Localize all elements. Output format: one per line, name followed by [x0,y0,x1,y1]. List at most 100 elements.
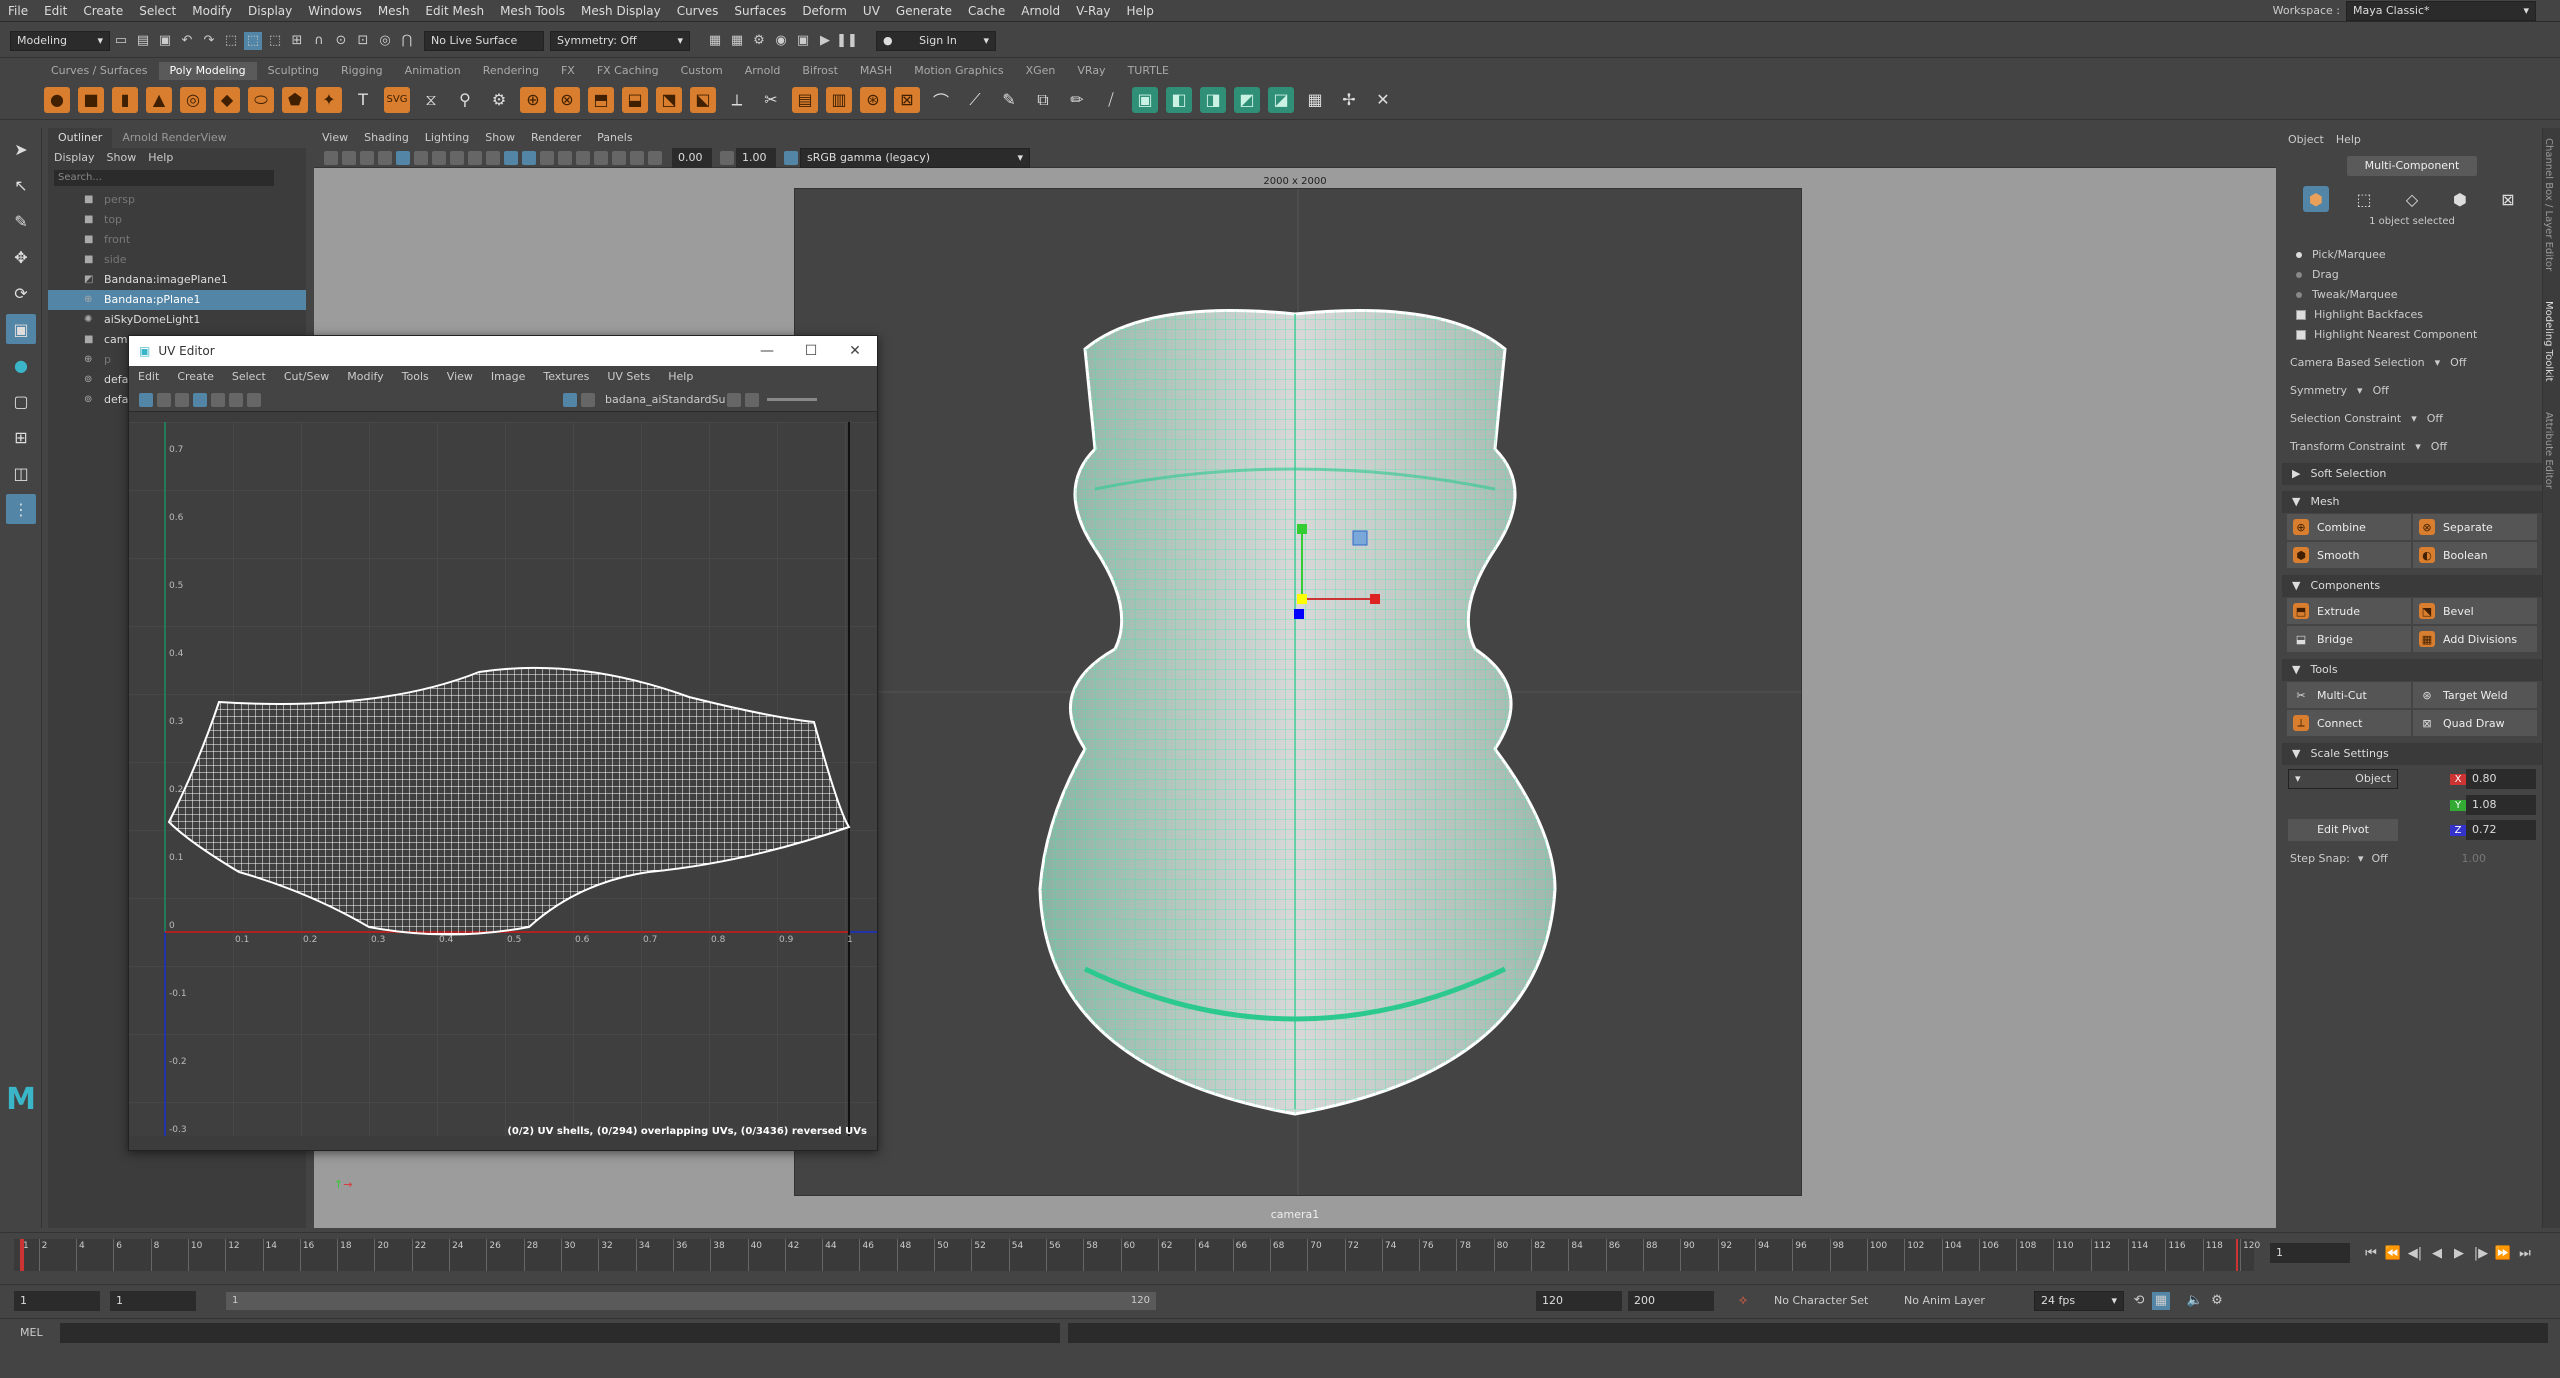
uv-menu-textures[interactable]: Textures [534,366,598,388]
mode-dropdown[interactable]: Modeling ▾ [10,30,110,51]
edge-mode-icon[interactable]: ◇ [2399,186,2425,212]
outliner-search-input[interactable]: Search... [54,170,274,186]
toolkit-menu-object[interactable]: Object [2282,133,2330,146]
play-forward-icon[interactable]: ▶ [2450,1244,2468,1262]
uv-dim-icon[interactable] [229,392,243,407]
close-icon[interactable]: ✕ [833,343,877,359]
outliner-item-side[interactable]: ■ side [48,250,306,270]
hypershade-icon[interactable]: ◉ [772,32,790,50]
separate-button[interactable]: ⊗ Separate [2413,514,2537,540]
move-tool-icon[interactable]: ✥ [6,242,36,272]
extrude-button[interactable]: ⬒ Extrude [2287,598,2411,624]
exposure-field[interactable]: 0.00 [672,147,712,168]
lasso-tool-icon[interactable]: ↖ [6,170,36,200]
bridge-button[interactable]: ⬓ Bridge [2287,626,2411,652]
smooth-shade-icon[interactable] [504,150,518,165]
menu-curves[interactable]: Curves [669,0,727,22]
shelf-tab-rigging[interactable]: Rigging [330,62,394,80]
step-forward-icon[interactable]: |▶ [2472,1244,2490,1262]
undo-icon[interactable]: ↶ [178,32,196,50]
pencil-icon[interactable]: ✏ [1064,87,1090,113]
extrude-icon[interactable]: ⬒ [588,86,614,113]
poly-cylinder-icon[interactable]: ▮ [112,86,138,113]
pause-icon[interactable]: ❚❚ [836,32,858,50]
snap-point-icon[interactable]: ⊙ [332,32,350,50]
smooth-proxy-icon[interactable]: ⚙ [486,87,512,113]
uv-menu-edit[interactable]: Edit [129,366,168,388]
bookmark-icon[interactable] [342,150,356,165]
snap-surface-icon[interactable]: ◎ [376,32,394,50]
magnet-icon[interactable]: ⋂ [398,32,416,50]
transform-constraint-row[interactable]: Transform Constraint ▾ Off [2282,437,2542,457]
outliner-menu-help[interactable]: Help [142,151,179,164]
lights-icon[interactable] [558,150,572,165]
cache-playback-icon[interactable]: ▦ [2152,1291,2170,1310]
bevel-button[interactable]: ⬔ Bevel [2413,598,2537,624]
outliner-item-persp[interactable]: ■ persp [48,190,306,210]
connect-button[interactable]: ⟂ Connect [2287,710,2411,736]
uv-exposure-icon[interactable] [745,392,759,407]
uv-menu-modify[interactable]: Modify [338,366,392,388]
toolkit-menu-help[interactable]: Help [2330,133,2367,146]
uv-menu-cutsew[interactable]: Cut/Sew [275,366,338,388]
ao-icon[interactable] [594,150,608,165]
redo-icon[interactable]: ↷ [200,32,218,50]
exposure-icon[interactable] [648,150,662,165]
edit-pivot-button[interactable]: Edit Pivot [2288,819,2398,841]
uv-editor-icon[interactable]: ▣ [1132,86,1158,113]
crease-icon[interactable]: ⟋ [962,87,988,113]
paint-select-icon[interactable]: ✎ [6,206,36,236]
range-slider[interactable]: 1 120 [226,1291,1156,1310]
outliner-item-pplane[interactable]: ⊕ Bandana:pPlane1 [48,290,306,310]
shelf-tab-animation[interactable]: Animation [394,62,472,80]
step-forward-key-icon[interactable]: ⏩ [2494,1244,2512,1262]
shelf-tab-custom[interactable]: Custom [670,62,734,80]
sound-icon[interactable]: 🔈 [2186,1292,2204,1310]
selection-constraint-row[interactable]: Selection Constraint ▾ Off [2282,409,2542,429]
mesh-section[interactable]: ▼ Mesh [2282,491,2542,513]
fill-hole-icon[interactable]: ⟂ [724,87,750,113]
smooth-button[interactable]: ⬢ Smooth [2287,542,2411,568]
outliner-item-top[interactable]: ■ top [48,210,306,230]
scale-z-field[interactable]: 0.72 [2466,820,2536,840]
select-component-icon[interactable]: ⬚ [266,32,284,50]
workspace-dropdown[interactable]: Maya Classic* ▾ [2346,1,2536,21]
anim-prefs-icon[interactable]: ⚙ [2208,1292,2226,1310]
step-back-icon[interactable]: ◀| [2406,1244,2424,1262]
colorspace-dropdown[interactable]: sRGB gamma (legacy) ▾ [800,147,1030,168]
xray-icon[interactable] [630,150,644,165]
uv-brightness-slider[interactable] [767,398,817,401]
platonic-solid-icon[interactable]: ⬟ [282,86,308,113]
drag-option[interactable]: Drag [2282,265,2542,285]
uv-menu-image[interactable]: Image [482,366,534,388]
textured-icon[interactable] [540,150,554,165]
target-weld-icon[interactable]: ⊛ [860,86,886,113]
menu-cache[interactable]: Cache [960,0,1013,22]
cylindrical-map-icon[interactable]: ◨ [1200,86,1226,113]
image-plane-toggle-icon[interactable] [360,150,374,165]
step-snap-field[interactable]: 1.00 [2461,849,2486,869]
uv-checker-icon[interactable] [157,392,171,407]
select-hierarchy-icon[interactable]: ⬚ [222,32,240,50]
menu-help[interactable]: Help [1119,0,1162,22]
mel-label[interactable]: MEL [20,1326,60,1339]
menu-uv[interactable]: UV [855,0,888,22]
combine-icon[interactable]: ⊕ [520,86,546,113]
uv-mode-icon[interactable]: ⊠ [2495,186,2521,212]
pick-marquee-option[interactable]: Pick/Marquee [2282,245,2542,265]
anim-layer-field[interactable]: No Anim Layer [1904,1294,2024,1307]
select-tool-icon[interactable]: ➤ [6,134,36,164]
poly-torus-icon[interactable]: ◎ [180,86,206,113]
shelf-tab-fx[interactable]: FX [550,62,586,80]
uv-grid-area[interactable]: 0.7 0.6 0.5 0.4 0.3 0.2 0.1 0 -0.1 -0.2 -0.3 0.1 0.… [129,422,877,1136]
menu-deform[interactable]: Deform [794,0,855,22]
retopo-icon[interactable]: ⧉ [1030,87,1056,113]
persp-graph-icon[interactable]: ⋮ [6,494,36,524]
four-view-icon[interactable]: ⊞ [6,422,36,452]
menu-modify[interactable]: Modify [184,0,240,22]
ipr-icon[interactable]: ▦ [728,32,746,50]
scale-x-field[interactable]: 0.80 [2466,769,2536,789]
boolean-button[interactable]: ◐ Boolean [2413,542,2537,568]
go-to-start-icon[interactable]: ⏮ [2362,1244,2380,1262]
uv-menu-create[interactable]: Create [168,366,223,388]
